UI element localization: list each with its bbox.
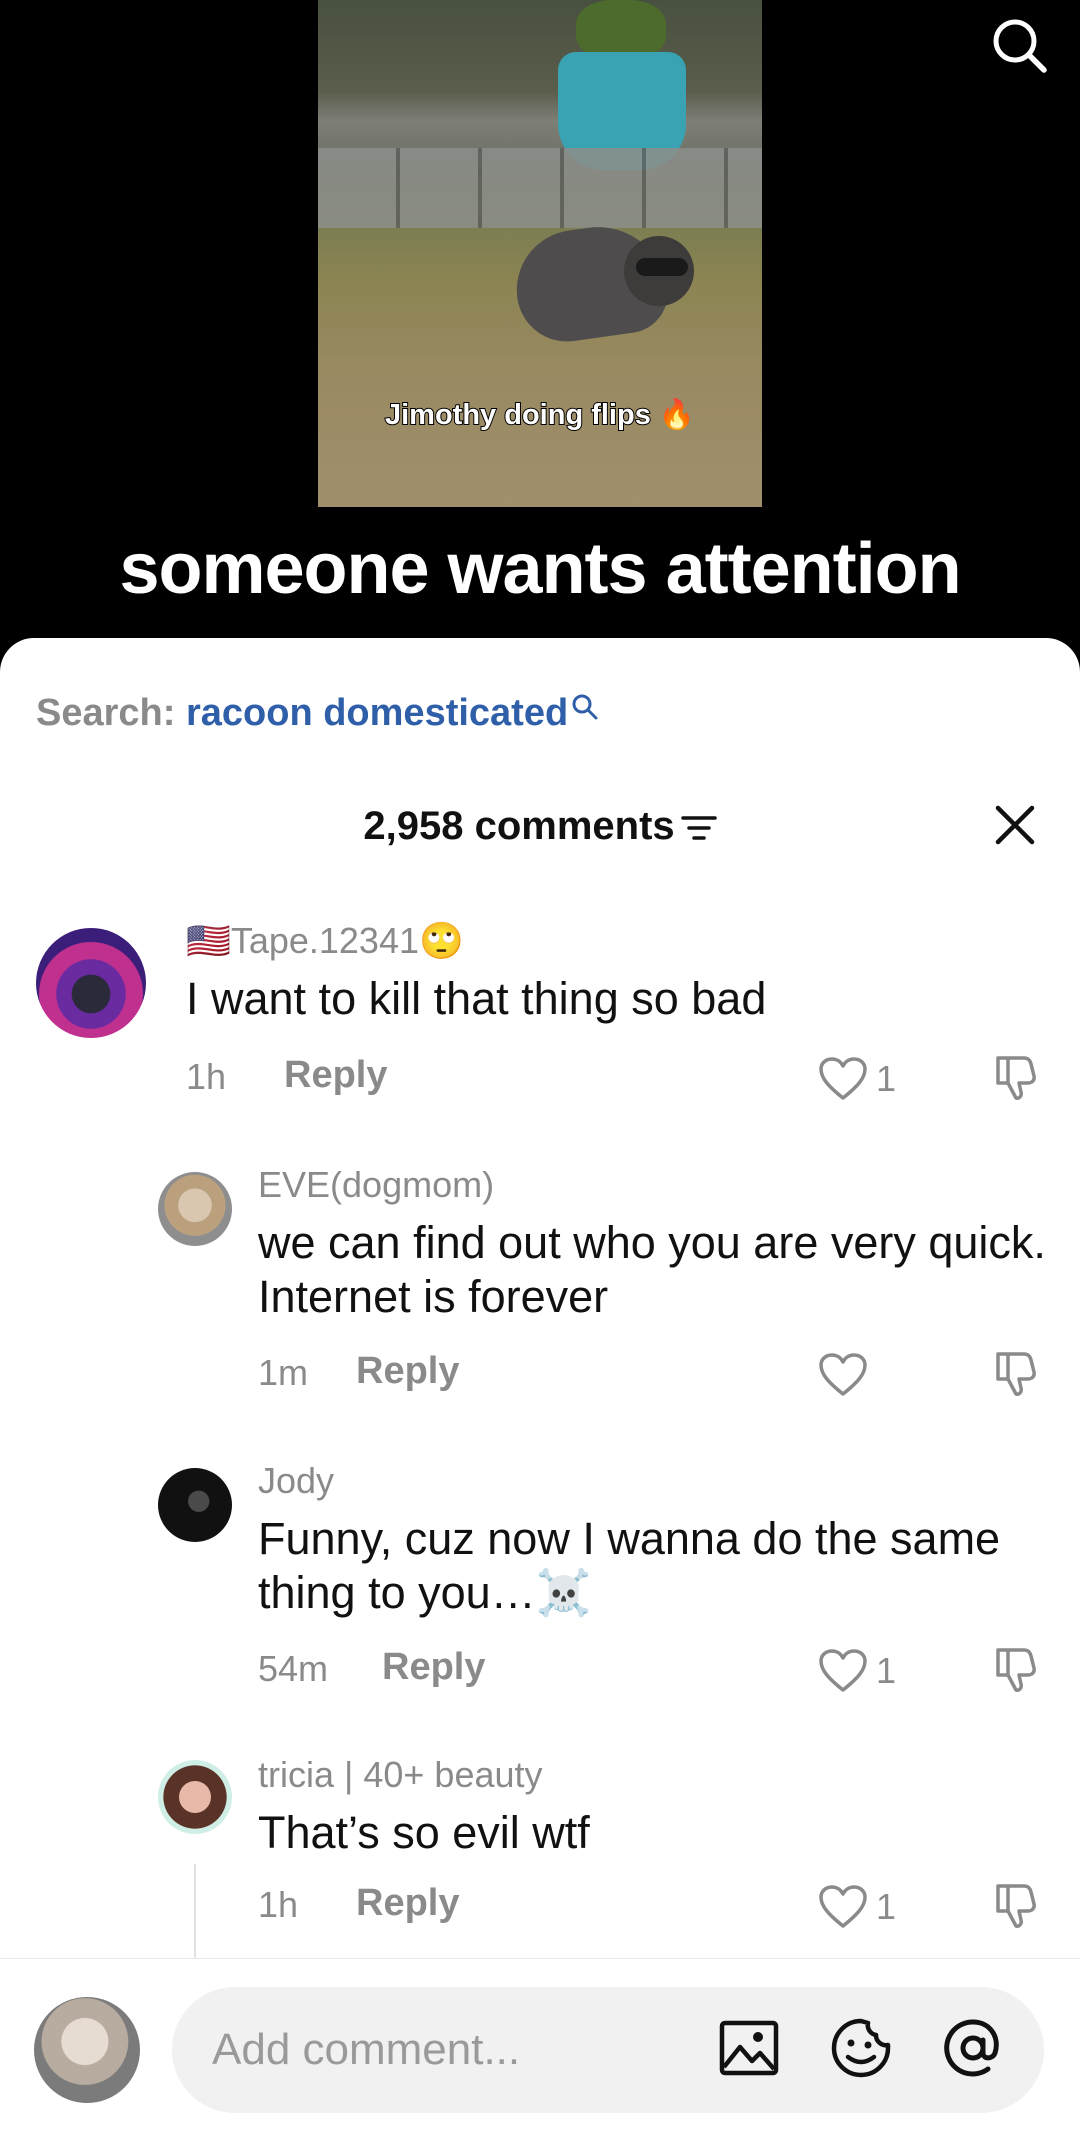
comments-sheet: Search: racoon domesticated 2,958 commen… — [0, 638, 1080, 2144]
at-icon[interactable] — [940, 2015, 1006, 2081]
comment-time: 1m — [258, 1352, 309, 1393]
video-player[interactable]: Jimothy doing flips 🔥 someone wants atte… — [0, 0, 1080, 660]
like-count: 1 — [876, 1058, 897, 1099]
search-icon — [572, 694, 598, 720]
avatar[interactable] — [158, 1172, 232, 1246]
video-thumbnail: Jimothy doing flips 🔥 — [318, 0, 762, 507]
comment-time: 1h — [186, 1056, 227, 1097]
avatar[interactable] — [34, 1997, 140, 2103]
filter-icon[interactable] — [680, 812, 717, 844]
search-icon[interactable] — [988, 14, 1050, 76]
thread-line — [194, 1864, 196, 1964]
thumbs-down-icon[interactable] — [990, 1052, 1040, 1102]
related-search[interactable]: Search: racoon domesticated — [36, 692, 600, 735]
comment-username[interactable]: 🇺🇸Tape.12341🙄 — [186, 920, 464, 962]
search-label: Search: — [36, 692, 186, 734]
heart-icon[interactable] — [818, 1352, 868, 1398]
comments-count-header[interactable]: 2,958 comments — [0, 804, 1080, 849]
emoji-icon[interactable] — [828, 2015, 894, 2081]
video-title: someone wants attention — [119, 529, 961, 609]
comment-text: Funny, cuz now I wanna do the same thing… — [258, 1513, 1001, 1618]
heart-icon[interactable] — [818, 1884, 868, 1930]
comment-username[interactable]: Jody — [258, 1460, 334, 1502]
comment-text: I want to kill that thing so bad — [186, 973, 767, 1024]
avatar[interactable] — [36, 928, 146, 1038]
comment-input[interactable] — [172, 1987, 1044, 2113]
comment-time: 1h — [258, 1884, 299, 1925]
search-term-link[interactable]: racoon domesticated — [186, 692, 568, 734]
like-count: 1 — [876, 1650, 897, 1691]
raccoon-mask — [636, 258, 688, 276]
comments-count: 2,958 comments — [363, 804, 675, 848]
plant — [576, 0, 666, 60]
comment-time: 54m — [258, 1648, 329, 1689]
heart-icon[interactable] — [818, 1056, 868, 1102]
comment-text: That’s so evil wtf — [258, 1807, 590, 1858]
video-caption: Jimothy doing flips 🔥 — [384, 398, 696, 432]
thumbs-down-icon[interactable] — [990, 1880, 1040, 1930]
like-count: 1 — [876, 1886, 897, 1927]
avatar[interactable] — [158, 1760, 232, 1834]
thumbs-down-icon[interactable] — [990, 1644, 1040, 1694]
reply-button[interactable]: Reply — [356, 1350, 459, 1393]
thumbs-down-icon[interactable] — [990, 1348, 1040, 1398]
comment-username[interactable]: tricia | 40+ beauty — [258, 1754, 543, 1796]
reply-button[interactable]: Reply — [284, 1054, 387, 1097]
heart-icon[interactable] — [818, 1648, 868, 1694]
reply-button[interactable]: Reply — [356, 1882, 459, 1925]
close-icon[interactable] — [992, 802, 1038, 848]
reply-button[interactable]: Reply — [382, 1646, 485, 1689]
image-icon[interactable] — [716, 2015, 782, 2081]
avatar[interactable] — [158, 1468, 232, 1542]
comment-username[interactable]: EVE(dogmom) — [258, 1164, 494, 1206]
stone-wall — [318, 148, 762, 228]
comment-text: we can find out who you are very quick. … — [258, 1217, 1046, 1322]
comment-composer — [0, 1958, 1080, 2144]
